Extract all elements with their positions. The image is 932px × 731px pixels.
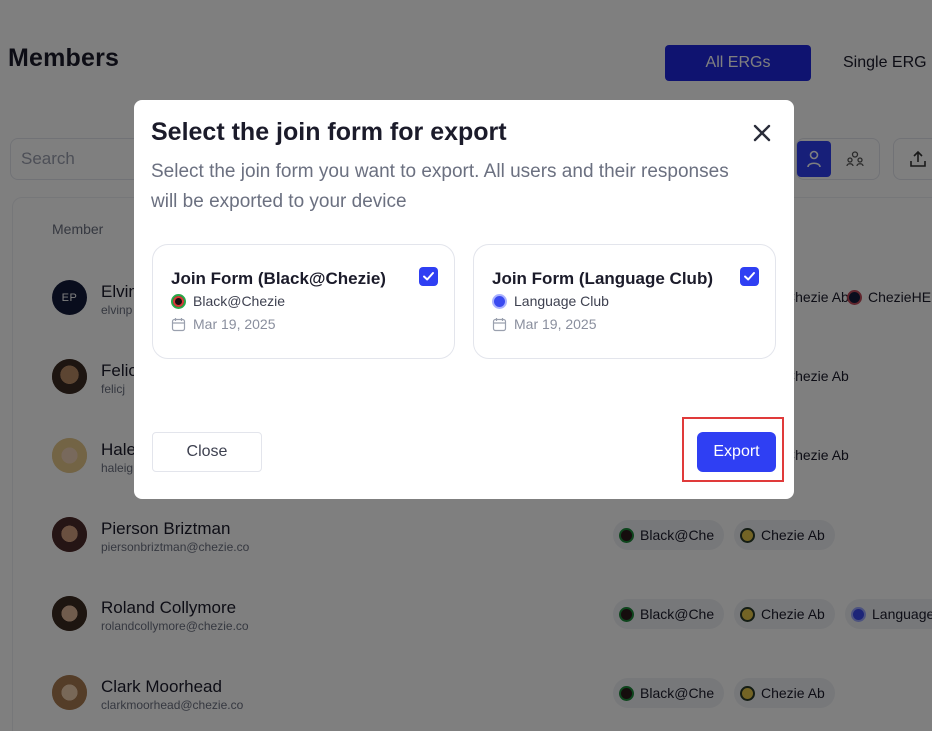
join-form-title: Join Form (Black@Chezie): [171, 269, 386, 288]
join-form-date: Mar 19, 2025: [492, 316, 597, 332]
erg-logo-icon: [171, 293, 186, 309]
join-form-erg: Black@Chezie: [171, 293, 285, 309]
join-form-date-text: Mar 19, 2025: [514, 316, 597, 332]
join-form-checkbox[interactable]: [419, 267, 438, 286]
calendar-icon: [492, 317, 507, 331]
export-join-form-dialog: Select the join form for export Select t…: [134, 100, 794, 499]
close-icon[interactable]: [751, 122, 773, 144]
join-form-date: Mar 19, 2025: [171, 316, 276, 332]
dialog-description: Select the join form you want to export.…: [151, 161, 729, 212]
join-form-card[interactable]: Join Form (Language Club) Language Club …: [473, 244, 776, 359]
checkmark-icon: [744, 272, 755, 281]
join-form-card[interactable]: Join Form (Black@Chezie) Black@Chezie Ma…: [152, 244, 455, 359]
calendar-icon: [171, 317, 186, 331]
join-form-erg-name: Language Club: [514, 293, 609, 309]
join-form-erg: Language Club: [492, 293, 609, 309]
join-form-erg-name: Black@Chezie: [193, 293, 286, 309]
dialog-title: Select the join form for export: [151, 118, 507, 146]
checkmark-icon: [423, 272, 434, 281]
export-button[interactable]: Export: [697, 432, 776, 472]
erg-logo-icon: [492, 293, 507, 309]
join-form-title: Join Form (Language Club): [492, 269, 713, 288]
join-form-date-text: Mar 19, 2025: [193, 316, 276, 332]
join-form-checkbox[interactable]: [740, 267, 759, 286]
close-button[interactable]: Close: [152, 432, 262, 472]
